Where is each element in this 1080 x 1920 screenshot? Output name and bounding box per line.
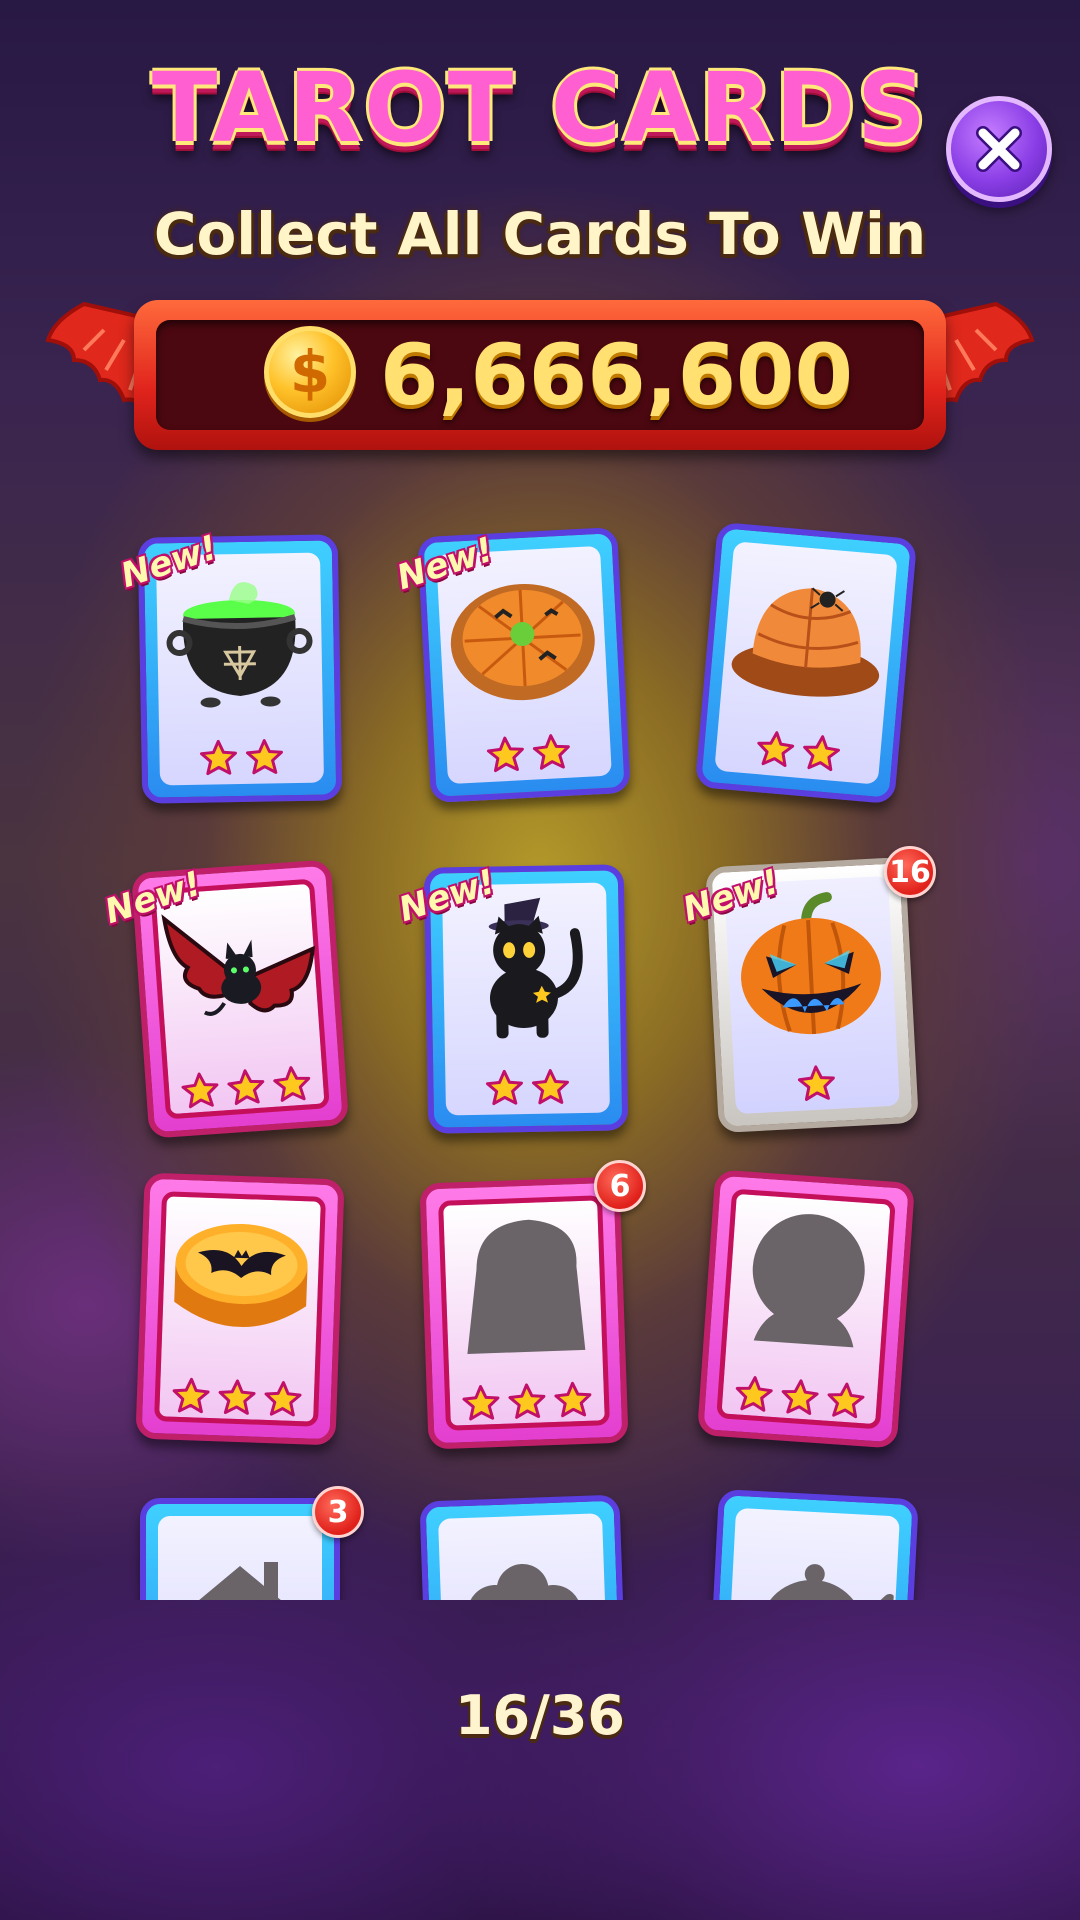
star-icon: [532, 734, 570, 770]
bat-jelly-icon: [174, 1223, 308, 1328]
card-spiderweb-cake[interactable]: [694, 521, 918, 805]
card-haunted-house[interactable]: [140, 1498, 340, 1600]
star-icon: [803, 735, 841, 772]
star-icon: [199, 739, 237, 776]
star-icon: [486, 736, 524, 773]
star-icon: [264, 1381, 302, 1417]
prize-amount: 6,666,600: [380, 326, 853, 424]
card-stars: [142, 1375, 331, 1422]
card-crystal-ball[interactable]: [696, 1169, 916, 1449]
teapot-silhouette-icon: [759, 1564, 896, 1600]
count-badge: 16: [884, 846, 936, 898]
card-bat-jelly[interactable]: [135, 1172, 345, 1446]
close-button[interactable]: [946, 96, 1052, 202]
spiderweb-cake-icon: [731, 587, 880, 697]
star-icon: [757, 731, 795, 768]
bat-icon: [161, 914, 315, 1016]
star-icon: [508, 1383, 546, 1419]
card-stars: [432, 1379, 621, 1426]
count-badge: 3: [312, 1486, 364, 1538]
card-stars: [147, 736, 336, 779]
page-title: TAROT CARDS: [151, 52, 929, 164]
card-stars: [433, 1066, 622, 1109]
star-icon: [797, 1065, 835, 1101]
haunted-house-silhouette-icon: [199, 1562, 281, 1600]
star-icon: [227, 1069, 265, 1106]
cauldron-icon: [166, 582, 313, 708]
star-icon: [172, 1377, 210, 1414]
close-icon: [976, 126, 1022, 172]
crystal-ball-silhouette-icon: [752, 1214, 865, 1348]
star-icon: [735, 1376, 773, 1412]
page-subtitle: Collect All Cards To Win: [153, 200, 927, 268]
collection-progress: 16/36: [454, 1684, 625, 1747]
star-icon: [781, 1379, 819, 1416]
count-badge: 6: [594, 1160, 646, 1212]
card-candy[interactable]: [419, 1494, 629, 1600]
star-icon: [531, 1069, 569, 1105]
star-icon: [273, 1066, 311, 1102]
card-grid[interactable]: New! New! New! New! New! 16 6 3: [0, 500, 1080, 1600]
star-icon: [181, 1072, 219, 1109]
star-icon: [485, 1069, 523, 1106]
star-icon: [218, 1379, 256, 1415]
star-icon: [554, 1381, 592, 1418]
pumpkin-pie-icon: [450, 583, 595, 701]
card-tombstone[interactable]: [419, 1176, 629, 1450]
card-teapot[interactable]: [705, 1488, 919, 1600]
star-icon: [245, 739, 283, 775]
star-icon: [462, 1385, 500, 1421]
star-icon: [827, 1382, 865, 1419]
coin-icon: $: [264, 326, 356, 418]
candy-silhouette-icon: [467, 1564, 582, 1600]
black-cat-icon: [488, 897, 583, 1039]
tombstone-silhouette-icon: [467, 1219, 586, 1355]
